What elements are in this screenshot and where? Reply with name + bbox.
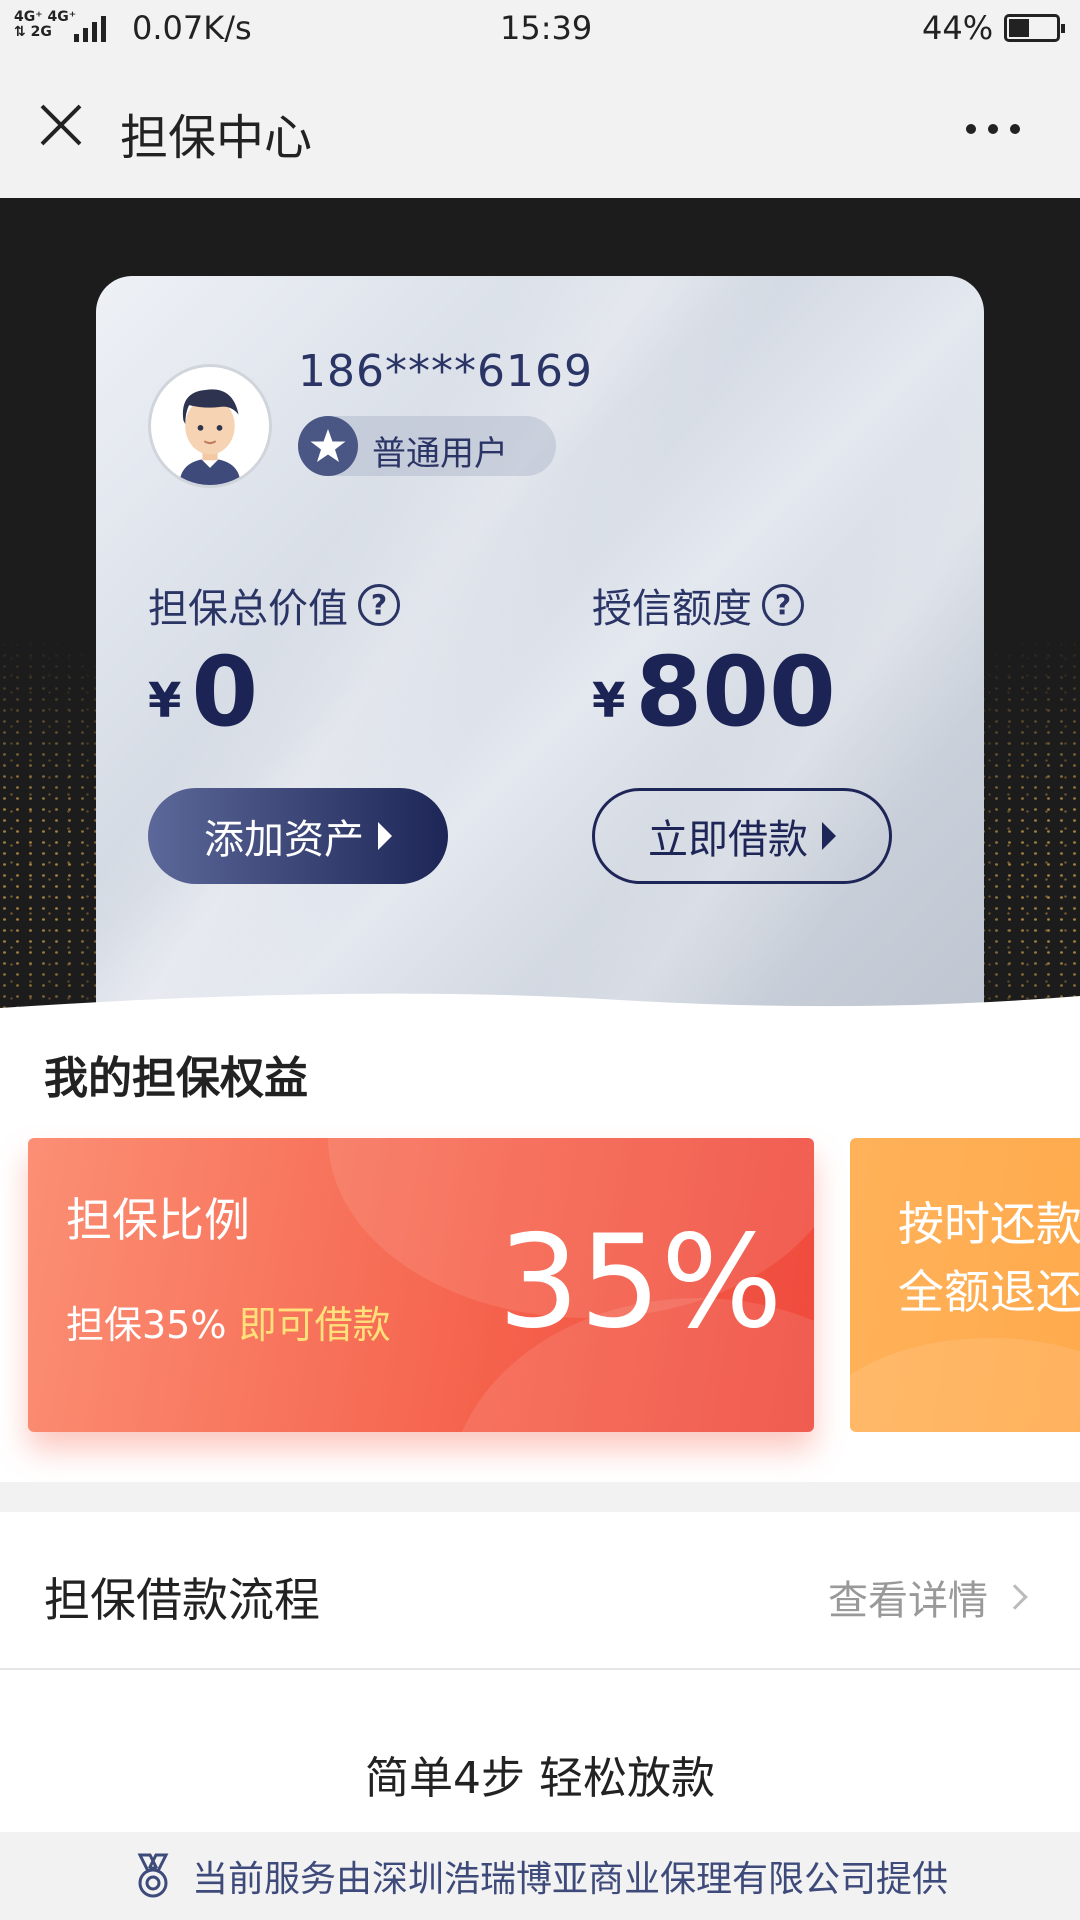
- nav-bar: 担保中心: [0, 58, 1080, 198]
- benefit-card-title: 担保比例: [66, 1193, 250, 1247]
- chevron-right-icon: [1002, 1584, 1028, 1610]
- section-divider: [0, 1482, 1080, 1512]
- loan-process-label: 担保借款流程: [44, 1573, 320, 1627]
- borrow-now-button[interactable]: 立即借款: [592, 788, 892, 884]
- benefit-card-ratio[interactable]: 担保比例 担保35% 即可借款 35%: [28, 1138, 814, 1432]
- benefits-title: 我的担保权益: [44, 1053, 308, 1104]
- account-card: 186****6169 普通用户 担保总价值 ? ¥0 授信额度 ? ¥800 …: [96, 276, 984, 1036]
- loan-process-row[interactable]: 担保借款流程 查看详情: [0, 1512, 1080, 1670]
- benefit-card-refund[interactable]: 按时还款 全额退还: [850, 1138, 1080, 1432]
- guarantee-total-value: ¥0: [148, 636, 259, 748]
- help-icon[interactable]: ?: [762, 584, 804, 626]
- guarantee-total-label: 担保总价值 ?: [148, 576, 400, 634]
- user-level-label: 普通用户: [372, 434, 508, 474]
- benefit-card-line2: 全额退还: [898, 1265, 1080, 1319]
- network-type-top: 4G⁺ 4G⁺: [14, 9, 77, 25]
- hero-section: 186****6169 普通用户 担保总价值 ? ¥0 授信额度 ? ¥800 …: [0, 198, 1080, 1038]
- signal-icon: [74, 12, 106, 42]
- star-icon: [298, 416, 358, 476]
- close-icon[interactable]: [38, 102, 84, 148]
- view-details-link[interactable]: 查看详情: [828, 1568, 1028, 1626]
- phone-number: 186****6169: [298, 346, 593, 397]
- battery-icon: [1004, 14, 1065, 42]
- benefit-card-percent: 35%: [498, 1208, 783, 1357]
- avatar-icon: [179, 389, 241, 485]
- benefit-card-line1: 按时还款: [898, 1197, 1080, 1251]
- service-provider-footer: 当前服务由深圳浩瑞博亚商业保理有限公司提供: [0, 1832, 1080, 1920]
- network-indicator: 4G⁺ 4G⁺ ⇅ 2G: [14, 10, 76, 40]
- play-arrow-icon: [378, 822, 392, 850]
- clock: 15:39: [500, 9, 593, 47]
- footer-text: 当前服务由深圳浩瑞博亚商业保理有限公司提供: [191, 1859, 948, 1900]
- status-bar: 4G⁺ 4G⁺ ⇅ 2G 0.07K/s 15:39 44%: [0, 0, 1080, 58]
- medal-icon: [137, 1853, 169, 1898]
- battery-percent: 44%: [922, 9, 994, 47]
- user-level-badge: 普通用户: [298, 416, 556, 476]
- page-title: 担保中心: [120, 110, 313, 166]
- credit-limit-label: 授信额度 ?: [592, 576, 804, 634]
- avatar[interactable]: [148, 364, 272, 488]
- add-asset-button[interactable]: 添加资产: [148, 788, 448, 884]
- benefit-card-subtitle: 担保35% 即可借款: [66, 1303, 391, 1347]
- network-speed: 0.07K/s: [132, 9, 252, 47]
- network-type-bottom: ⇅ 2G: [14, 24, 52, 40]
- help-icon[interactable]: ?: [358, 584, 400, 626]
- credit-limit-value: ¥800: [592, 636, 836, 748]
- more-icon[interactable]: [966, 124, 1020, 134]
- steps-caption: 简单4步 轻松放款: [365, 1753, 715, 1804]
- play-arrow-icon: [822, 822, 836, 850]
